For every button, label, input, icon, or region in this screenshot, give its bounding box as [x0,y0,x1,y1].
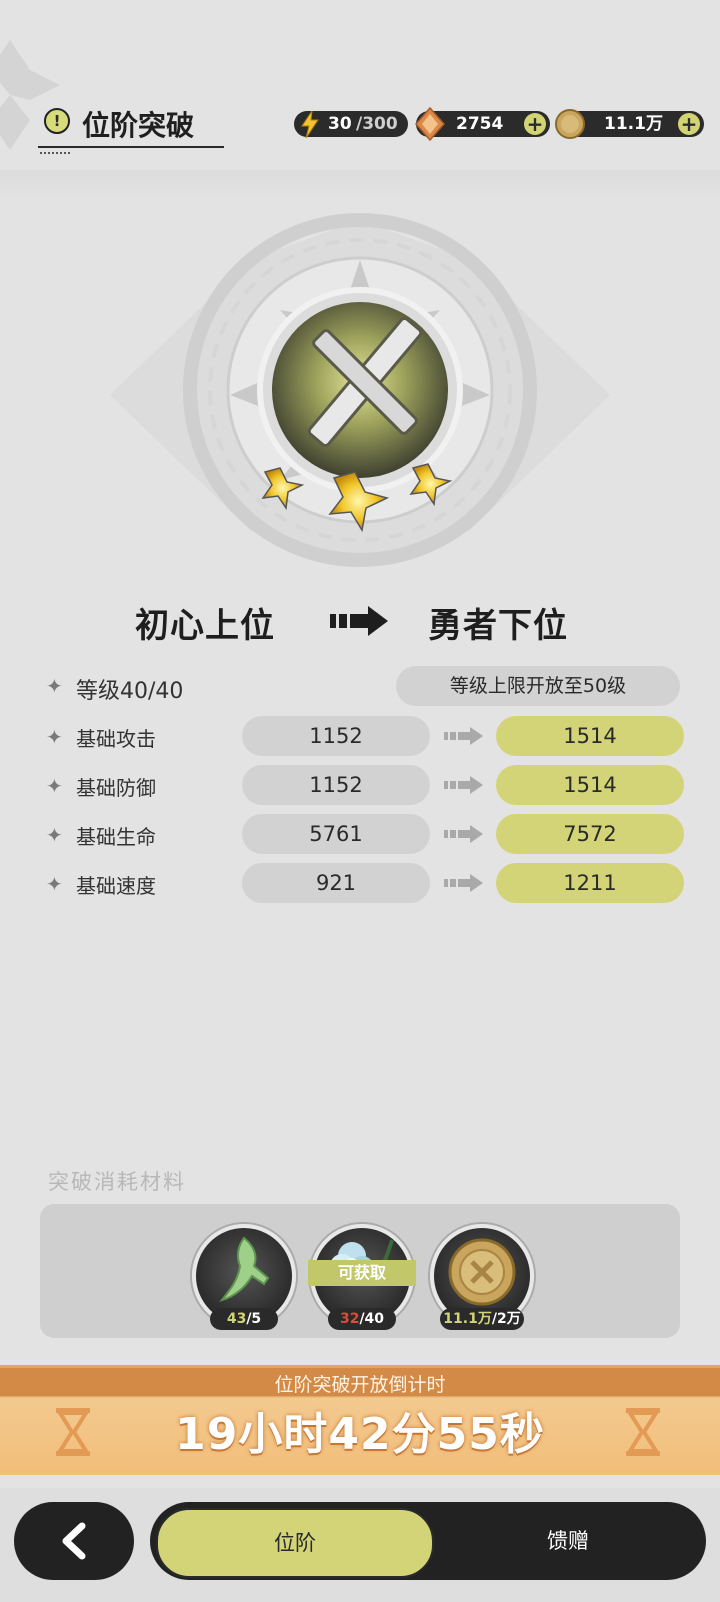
title-dots [40,150,70,154]
material-count: 32/40 [328,1308,396,1330]
energy-currency[interactable]: 30 /300 [294,110,408,139]
header-shadow [0,170,720,200]
sparkle-icon: ✦ [46,823,63,847]
material-need: /5 [246,1311,262,1327]
material-have: 32 [339,1311,360,1327]
stat-label: 基础攻击 [76,727,156,751]
sparkle-icon: ✦ [46,725,63,749]
sparkle-icon: ✦ [46,774,63,798]
material-have: 11.1万 [443,1311,492,1327]
stat-arrow-icon [444,776,483,794]
info-icon[interactable]: ! [44,108,70,134]
stat-arrow-icon [444,727,483,745]
stat-label: 基础防御 [76,776,156,800]
level-cap-note: 等级上限开放至50级 [396,666,680,706]
rank-emblem [110,213,610,567]
sparkle-icon: ✦ [46,872,63,896]
material-slot[interactable]: 11.1万/2万 [430,1224,534,1330]
stat-next-value: 1211 [496,863,684,903]
material-have: 43 [226,1311,247,1327]
materials-title: 突破消耗材料 [48,1170,186,1194]
material-count: 11.1万/2万 [440,1308,524,1330]
next-rank: 勇者下位 [428,606,568,646]
rank-arrow-icon [330,606,388,636]
sparkle-icon: ✦ [46,674,63,698]
page-title: 位阶突破 [82,109,195,142]
stat-arrow-icon [444,874,483,892]
chevron-left-icon [62,1522,86,1560]
stat-current-value: 921 [242,863,430,903]
tab-rank[interactable]: 位阶 [156,1508,434,1578]
coin-currency[interactable]: 11.1万 + [555,109,704,139]
crystal-icon [415,107,445,141]
current-rank: 初心上位 [135,606,275,646]
hourglass-icon [626,1408,660,1456]
stat-next-value: 1514 [496,765,684,805]
add-crystal-button[interactable]: + [524,113,546,135]
material-slot[interactable]: 43/5 [192,1224,296,1330]
level-row: 等级40/40 [76,673,183,705]
countdown-label: 位阶突破开放倒计时 [274,1374,446,1396]
coin-icon [555,109,585,139]
tab-gift[interactable]: 馈赠 [432,1508,704,1574]
hourglass-icon [56,1408,90,1456]
material-need: /40 [359,1311,385,1327]
available-badge: 可获取 [308,1260,416,1286]
stat-current-value: 5761 [242,814,430,854]
coin-value: 11.1万 [604,114,663,134]
stat-arrow-icon [444,825,483,843]
stat-label: 基础生命 [76,825,156,849]
stat-current-value: 1152 [242,765,430,805]
gold-coin-icon [448,1238,516,1306]
stat-label: 基础速度 [76,874,156,898]
lightning-icon [297,110,323,139]
material-count: 43/5 [210,1308,278,1330]
stat-next-value: 1514 [496,716,684,756]
energy-max: /300 [356,114,398,134]
title-underline [38,146,224,148]
material-need: /2万 [491,1311,521,1327]
level-label: 等级 [76,679,121,704]
level-value: 40/40 [120,679,184,704]
add-coin-button[interactable]: + [678,113,700,135]
green-feather-icon [219,1236,270,1302]
crystal-currency[interactable]: 2754 + [415,107,550,141]
back-button[interactable] [14,1502,134,1580]
stat-next-value: 7572 [496,814,684,854]
countdown-time: 19小时42分55秒 [175,1409,545,1460]
crystal-value: 2754 [456,114,504,134]
energy-value: 30 [328,114,352,134]
stat-current-value: 1152 [242,716,430,756]
material-slot[interactable]: 可获取 32/40 [308,1224,416,1330]
